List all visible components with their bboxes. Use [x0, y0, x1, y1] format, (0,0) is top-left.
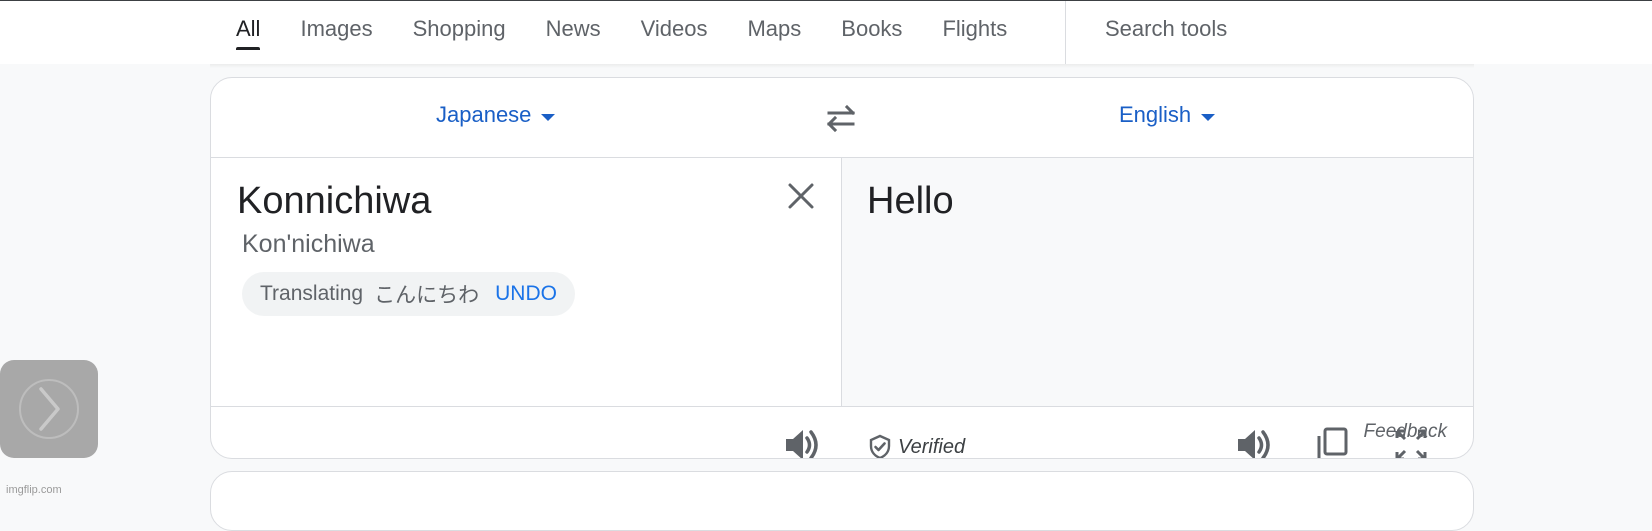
romanization-text: Kon'nichiwa — [242, 230, 375, 258]
undo-button[interactable]: UNDO — [495, 282, 557, 306]
tab-shopping[interactable]: Shopping — [413, 1, 506, 65]
tab-videos[interactable]: Videos — [641, 1, 708, 65]
tab-books[interactable]: Books — [841, 1, 902, 65]
target-language-label: English — [1119, 102, 1192, 127]
tabs-divider — [1065, 1, 1066, 65]
tab-images[interactable]: Images — [300, 1, 372, 65]
tabs-list: All Images Shopping News Videos Maps Boo… — [236, 1, 1047, 65]
search-tabs-bar: All Images Shopping News Videos Maps Boo… — [0, 0, 1652, 65]
language-selector-row: Japanese English — [211, 78, 1473, 158]
tab-flights[interactable]: Flights — [942, 1, 1007, 65]
target-language-select[interactable]: English — [1119, 102, 1216, 128]
next-page-button[interactable] — [0, 360, 98, 458]
translate-card: Japanese English Konnichiwa Kon'nichiwa … — [210, 77, 1474, 459]
source-language-label: Japanese — [436, 102, 532, 127]
search-tools-button[interactable]: Search tools — [1105, 16, 1227, 42]
translating-label: Translating — [260, 282, 364, 305]
close-icon[interactable] — [786, 181, 816, 211]
caret-down-icon — [1201, 113, 1216, 121]
next-result-card — [210, 471, 1474, 531]
watermark: imgflip.com — [6, 484, 62, 496]
original-text: こんにちわ — [374, 284, 480, 307]
tab-news[interactable]: News — [546, 1, 601, 65]
translating-chip: Translating こんにちわ UNDO — [242, 272, 575, 316]
swap-icon[interactable] — [823, 103, 859, 133]
caret-down-icon — [541, 113, 556, 121]
feedback-link[interactable]: Feedback — [1364, 421, 1447, 443]
source-language-select[interactable]: Japanese — [436, 102, 556, 128]
target-pane: Hello Verified — [842, 158, 1473, 458]
feedback-row: Feedback — [211, 406, 1473, 458]
chevron-right-icon — [19, 379, 79, 439]
translated-text: Hello — [867, 180, 954, 222]
tab-maps[interactable]: Maps — [747, 1, 801, 65]
topbar-shadow — [210, 64, 1474, 68]
source-text-input[interactable]: Konnichiwa — [237, 180, 431, 223]
source-pane[interactable]: Konnichiwa Kon'nichiwa Translating こんにちわ… — [211, 158, 842, 458]
tab-all[interactable]: All — [236, 1, 261, 65]
